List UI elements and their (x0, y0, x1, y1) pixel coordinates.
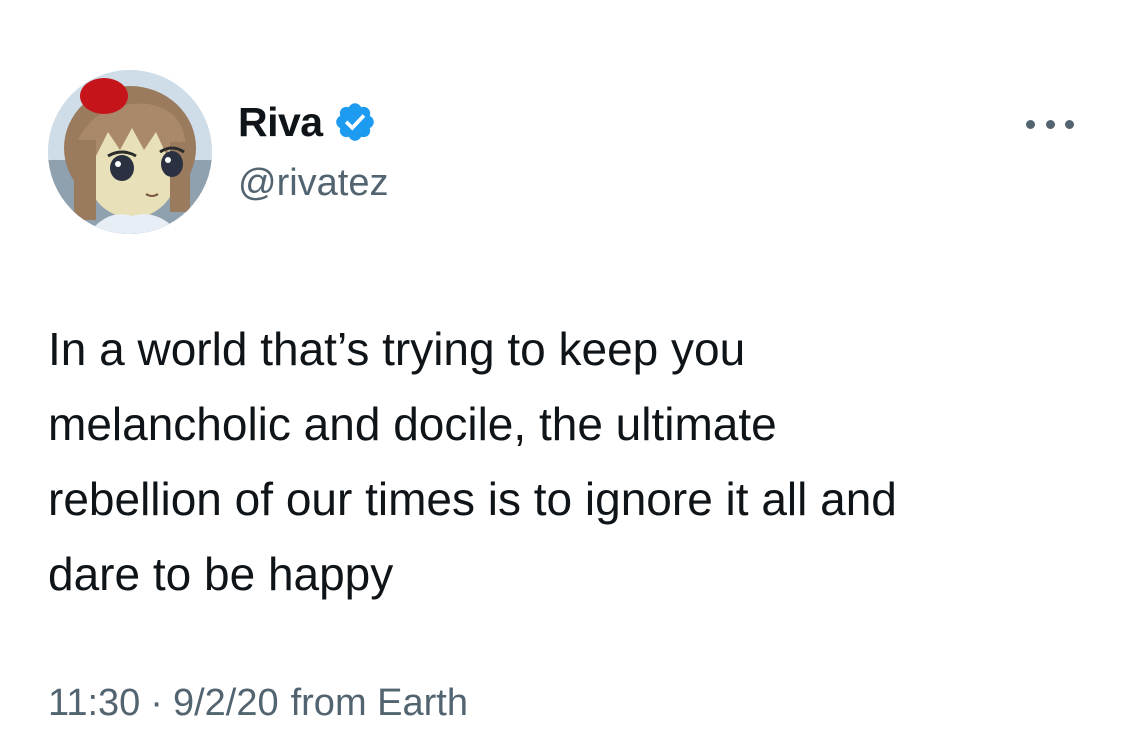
author-block: Riva @rivatez (238, 96, 389, 205)
tweet-time[interactable]: 11:30 (48, 682, 140, 725)
tweet-card: Riva @rivatez In a world that’s trying t… (0, 0, 1122, 742)
display-name[interactable]: Riva (238, 99, 323, 146)
user-handle[interactable]: @rivatez (238, 162, 389, 205)
more-horizontal-icon (1026, 119, 1035, 129)
tweet-date[interactable]: 9/2/20 (173, 682, 279, 725)
more-horizontal-icon (1065, 119, 1074, 129)
tweet-meta: 11:30 · 9/2/20 from Earth (48, 682, 468, 725)
avatar-image (48, 70, 212, 234)
meta-separator: · (150, 682, 163, 724)
more-horizontal-icon (1045, 119, 1055, 129)
tweet-source: from Earth (290, 682, 468, 724)
more-options-button[interactable] (1026, 106, 1074, 142)
tweet-text: In a world that’s trying to keep you mel… (48, 323, 897, 600)
verified-badge-icon (333, 100, 377, 144)
name-row: Riva (238, 96, 389, 148)
avatar[interactable] (48, 70, 212, 234)
